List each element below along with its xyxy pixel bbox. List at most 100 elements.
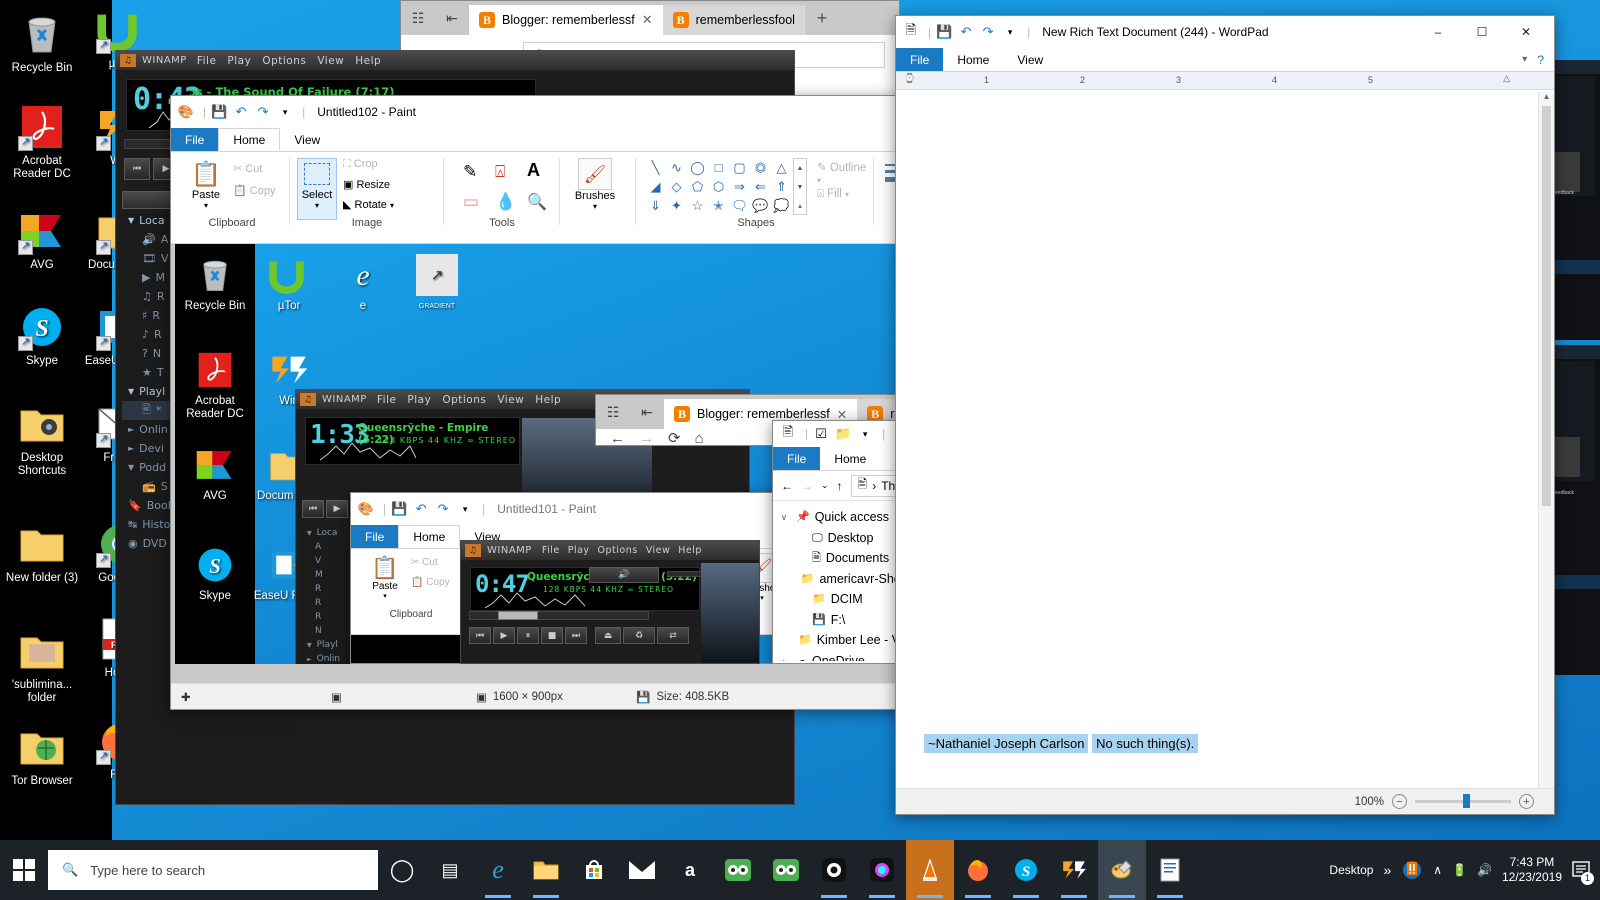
shape-polygon-icon[interactable]: ⏣ [750, 158, 771, 177]
wordpad-window-buttons[interactable]: – ☐ ✕ [1416, 17, 1548, 47]
shape-cloud-callout-icon[interactable]: 💭 [771, 196, 792, 215]
cortana-icon[interactable]: ◯ [378, 840, 426, 900]
shape-diamond-icon[interactable]: ◇ [666, 177, 687, 196]
tree-node[interactable]: DVD [143, 537, 167, 550]
close-button[interactable]: ✕ [1504, 17, 1548, 47]
select-button[interactable]: Select ▾ [297, 158, 337, 220]
wordpad-zoom-control[interactable]: 100% − + [1355, 794, 1554, 809]
winamp-menu-file[interactable]: File [197, 55, 217, 67]
wordpad-icon[interactable] [1146, 840, 1194, 900]
clock[interactable]: 7:43 PM 12/23/2019 [1502, 855, 1562, 885]
desktop-icon-desktop-shortcuts[interactable]: Desktop Shortcuts [4, 400, 80, 478]
desktop-icon-avg[interactable]: AVG [4, 207, 80, 272]
customize-quick-access-icon[interactable]: ▾ [1001, 23, 1019, 41]
edge-icon[interactable]: e [474, 840, 522, 900]
brushes-button[interactable]: 🖌 Brushes ▾ [573, 158, 617, 211]
vlc-tray-icon[interactable] [1401, 858, 1423, 883]
winamp-icon[interactable] [1050, 840, 1098, 900]
tree-node[interactable]: N [153, 347, 161, 360]
skype-icon[interactable]: S [1002, 840, 1050, 900]
save-icon[interactable]: 💾 [935, 23, 953, 41]
zoom-out-button[interactable]: − [1392, 794, 1407, 809]
winamp-menu-play[interactable]: Play [227, 55, 251, 67]
notifications-icon[interactable]: 1 [1572, 860, 1594, 885]
wordpad-document[interactable]: ~Nathaniel Joseph Carlson No such thing(… [896, 92, 1554, 792]
battery-icon[interactable]: 🔋 [1452, 863, 1467, 877]
tree-node[interactable]: S [161, 480, 168, 493]
browser-tab-strip-top[interactable]: ☷ ⇤ B Blogger: rememberlessf ✕ B remembe… [401, 1, 899, 35]
desktop-icon-acrobat[interactable]: Acrobat Reader DC [4, 103, 80, 181]
set-tabs-aside-icon[interactable]: ⇤ [435, 1, 469, 35]
tree-node[interactable]: Histo [142, 518, 170, 531]
shape-hexagon-icon[interactable]: ⬡ [708, 177, 729, 196]
desktop-icon-subliminal-folder[interactable]: 'sublimina... folder [4, 627, 80, 705]
photo-viewer-icon[interactable] [810, 840, 858, 900]
volume-icon[interactable]: 🔊 [1477, 863, 1492, 877]
minimize-button[interactable]: – [1416, 17, 1460, 47]
outline-button[interactable]: ✎ Outline ▾ [817, 160, 871, 186]
shape-triangle-icon[interactable]: △ [771, 158, 792, 177]
rotate-button[interactable]: ◣ Rotate ▾ [343, 198, 394, 211]
desktop-icon-recycle-bin[interactable]: Recycle Bin [4, 10, 80, 75]
customize-quick-access-icon[interactable]: ▾ [276, 103, 294, 121]
winamp-menu-help[interactable]: Help [355, 55, 381, 67]
tab-blogger[interactable]: B Blogger: rememberlessf ✕ [469, 5, 663, 35]
tab-home[interactable]: Home [218, 128, 281, 151]
tripadvisor-icon[interactable] [714, 840, 762, 900]
tab-view[interactable]: View [280, 128, 334, 151]
redo-icon[interactable]: ↷ [979, 23, 997, 41]
winamp-menu-options[interactable]: Options [262, 55, 306, 67]
wordpad-body[interactable]: ~Nathaniel Joseph Carlson No such thing(… [924, 716, 1199, 753]
tab-preview-icon[interactable]: ☷ [401, 1, 435, 35]
shape-five-point-star-icon[interactable]: ☆ [687, 196, 708, 215]
shape-right-arrow-icon[interactable]: ⇒ [729, 177, 750, 196]
task-view-icon[interactable]: ▤ [426, 840, 474, 900]
shape-six-point-star-icon[interactable]: ✭ [708, 196, 729, 215]
fill-button[interactable]: ⍓ Fill ▾ [817, 188, 849, 201]
shape-right-triangle-icon[interactable]: ◢ [645, 177, 666, 196]
paint-icon[interactable] [1098, 840, 1146, 900]
photo-viewer2-icon[interactable] [858, 840, 906, 900]
tree-node[interactable]: Podd [139, 461, 166, 474]
shape-pentagon-icon[interactable]: ⬠ [687, 177, 708, 196]
tree-node[interactable]: T [157, 366, 164, 379]
tab-file[interactable]: File [171, 128, 219, 151]
tree-node[interactable]: A [161, 233, 169, 246]
zoom-in-button[interactable]: + [1519, 794, 1534, 809]
shape-four-point-star-icon[interactable]: ✦ [666, 196, 687, 215]
shape-rect-icon[interactable]: □ [708, 158, 729, 177]
search-box[interactable]: 🔍 Type here to search [48, 850, 378, 890]
microsoft-store-icon[interactable] [570, 840, 618, 900]
tray-overflow-icon[interactable]: » [1383, 862, 1391, 878]
firefox-icon[interactable] [954, 840, 1002, 900]
shape-curve-icon[interactable]: ∿ [666, 158, 687, 177]
system-tray[interactable]: Desktop » ∧ 🔋 🔊 7:43 PM 12/23/2019 1 [1329, 855, 1600, 885]
shapes-gallery[interactable]: ╲ ∿ ◯ □ ▢ ⏣ △ ◢ ◇ ⬠ ⬡ ⇒ ⇐ ⇑ ⇓ ✦ ☆ ✭ 🗨 💬 … [645, 158, 792, 215]
taskbar[interactable]: 🔍 Type here to search ◯ ▤ e a S Desktop … [0, 840, 1600, 900]
tripadvisor2-icon[interactable] [762, 840, 810, 900]
tree-node[interactable]: Onlin [139, 423, 168, 436]
tab-rememberlessfool[interactable]: B rememberlessfool [662, 5, 805, 35]
wordpad-window[interactable]: 🗎 | 💾 ↶ ↷ ▾ | New Rich Text Document (24… [895, 15, 1555, 815]
tab-file[interactable]: File [896, 48, 944, 71]
mail-icon[interactable] [618, 840, 666, 900]
tree-node[interactable]: * [156, 404, 162, 417]
tree-node[interactable]: R [152, 309, 160, 322]
desktop-icon-skype[interactable]: S Skype [4, 303, 80, 368]
shape-left-arrow-icon[interactable]: ⇐ [750, 177, 771, 196]
tree-node[interactable]: R [154, 328, 162, 341]
winamp-menu-view[interactable]: View [317, 55, 344, 67]
undo-icon[interactable]: ↶ [232, 103, 250, 121]
tab-view[interactable]: View [1003, 48, 1057, 71]
zoom-slider[interactable] [1415, 794, 1511, 808]
close-tab-icon[interactable]: ✕ [642, 12, 653, 28]
desktop-icon-new-folder-3[interactable]: New folder (3) [4, 520, 80, 585]
shape-down-arrow-icon[interactable]: ⇓ [645, 196, 666, 215]
magnifier-icon[interactable]: 🔍 [527, 192, 547, 212]
text-icon[interactable]: A [527, 160, 540, 181]
vlc-icon[interactable] [906, 840, 954, 900]
tree-node[interactable]: Playl [139, 385, 165, 398]
fill-icon[interactable]: ⍓ [495, 162, 505, 182]
help-icon[interactable]: ? [1537, 53, 1544, 67]
wordpad-scrollbar[interactable]: ▲ [1538, 92, 1554, 792]
